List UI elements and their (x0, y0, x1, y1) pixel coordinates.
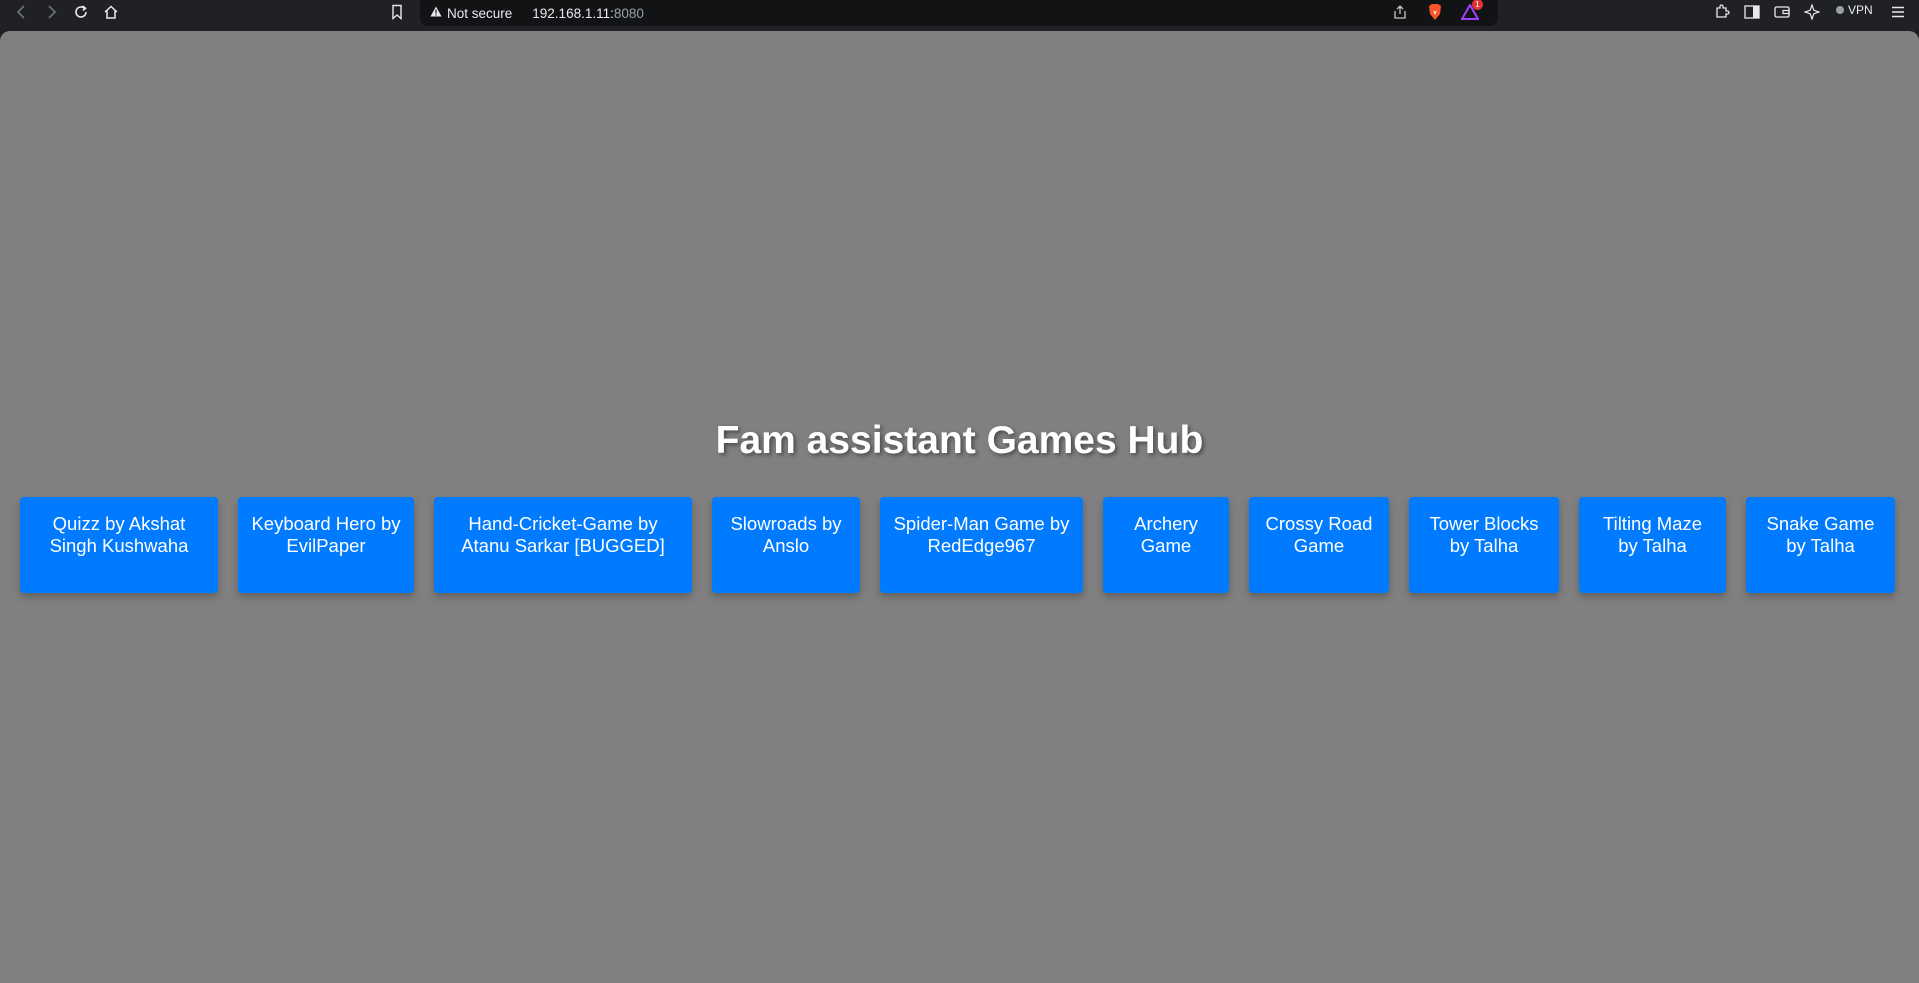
sidebar-icon[interactable] (1742, 2, 1762, 22)
page-title: Fam assistant Games Hub (715, 419, 1204, 462)
rewards-badge: 1 (1472, 0, 1483, 10)
rewards-icon[interactable]: 1 (1460, 0, 1483, 22)
brave-shields-icon[interactable] (1425, 2, 1445, 22)
game-button-snake[interactable]: Snake Game by Talha (1746, 497, 1895, 593)
home-button[interactable] (99, 0, 123, 24)
address-bar[interactable]: Not secure 192.168.1.11: 8080 1 (420, 0, 1498, 26)
games-list: Quizz by Akshat Singh Kushwaha Keyboard … (20, 497, 1895, 593)
game-button-crossy-road[interactable]: Crossy Road Game (1249, 497, 1389, 593)
game-button-tower-blocks[interactable]: Tower Blocks by Talha (1409, 497, 1559, 593)
chevron-left-icon (16, 5, 25, 19)
game-button-spider-man[interactable]: Spider-Man Game by RedEdge967 (880, 497, 1083, 593)
game-button-tilting-maze[interactable]: Tilting Maze by Talha (1579, 497, 1726, 593)
security-status[interactable]: Not secure (447, 6, 512, 21)
warning-icon[interactable] (430, 6, 442, 20)
game-button-archery[interactable]: Archery Game (1103, 497, 1229, 593)
menu-icon[interactable] (1888, 2, 1908, 22)
vpn-status-icon (1836, 6, 1844, 14)
url-port[interactable]: 8080 (614, 6, 644, 21)
chevron-right-icon (48, 5, 57, 19)
share-icon[interactable] (1390, 2, 1410, 22)
browser-toolbar: Not secure 192.168.1.11: 8080 1 VPN (0, 0, 1919, 32)
vpn-label: VPN (1848, 3, 1873, 17)
page-viewport: Fam assistant Games Hub Quizz by Akshat … (0, 31, 1919, 983)
game-button-slowroads[interactable]: Slowroads by Anslo (712, 497, 860, 593)
reload-button[interactable] (69, 0, 93, 24)
game-button-hand-cricket[interactable]: Hand-Cricket-Game by Atanu Sarkar [BUGGE… (434, 497, 692, 593)
back-button[interactable] (10, 0, 34, 24)
url-host[interactable]: 192.168.1.11: (532, 6, 614, 21)
leo-ai-icon[interactable] (1802, 2, 1822, 22)
vpn-button[interactable]: VPN (1836, 3, 1873, 17)
extensions-icon[interactable] (1712, 2, 1732, 22)
wallet-icon[interactable] (1772, 2, 1792, 22)
bookmark-icon (392, 4, 402, 20)
bookmark-button[interactable] (385, 0, 409, 24)
game-button-quizz[interactable]: Quizz by Akshat Singh Kushwaha (20, 497, 218, 593)
home-icon (104, 5, 118, 19)
game-button-keyboard-hero[interactable]: Keyboard Hero by EvilPaper (238, 497, 414, 593)
forward-button[interactable] (39, 0, 63, 24)
reload-icon (75, 5, 87, 18)
